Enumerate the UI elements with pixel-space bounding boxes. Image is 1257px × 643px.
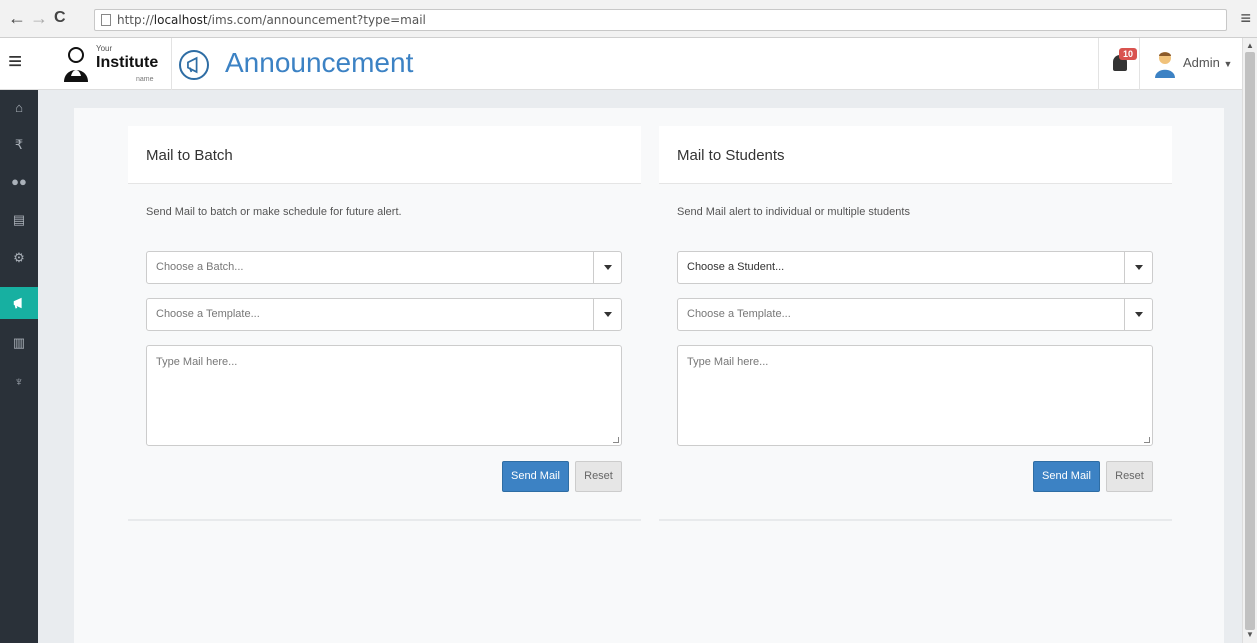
logo-text: Institute [96,54,159,71]
textarea-placeholder: Type Mail here... [687,356,769,368]
sidebar-item-documents[interactable]: ▤ [0,204,38,236]
page-icon [101,14,111,26]
url-prefix: http:// [117,13,154,27]
home-icon: ⌂ [15,100,23,115]
caret-down-icon [604,265,612,270]
logo-name-text: name [136,76,154,83]
url-host: localhost [153,13,208,27]
sidebar-item-reports[interactable]: ▥ [0,327,38,359]
caret-down-icon: ▼ [1223,59,1233,69]
panel-header: Mail to Batch [128,126,641,184]
app-header: ≡ Your Institute name Announcement 10 Ad… [0,38,1242,90]
dropdown-toggle[interactable] [1124,252,1152,283]
sidebar-item-students[interactable]: ●● [0,166,38,198]
send-mail-button[interactable]: Send Mail [502,461,569,492]
main-content: Mail to Batch Send Mail to batch or make… [74,108,1224,643]
select-placeholder: Choose a Template... [687,308,791,320]
page-scrollbar[interactable]: ▲ ▼ [1242,38,1257,643]
chart-icon: ▥ [12,335,26,350]
sidebar-item-home[interactable]: ⌂ [0,92,38,124]
browser-toolbar: ← → C http://localhost/ims.com/announcem… [0,0,1257,38]
sidebar-item-achievements[interactable]: ♆ [0,366,38,398]
scrollbar-thumb[interactable] [1245,52,1255,630]
mail-textarea[interactable]: Type Mail here... [677,345,1153,446]
panel-title: Mail to Students [677,147,785,164]
caret-down-icon [1135,312,1143,317]
forward-arrow-icon[interactable]: → [30,9,48,27]
panel-description: Send Mail alert to individual or multipl… [677,206,910,218]
user-name: Admin [1183,55,1220,70]
settings-icon: ⚙ [13,250,25,265]
caret-down-icon [604,312,612,317]
sidebar-item-announcement[interactable] [0,287,38,319]
sidebar: ⌂ ₹ ●● ▤ ⚙ ▥ ♆ [0,90,38,643]
url-path: /ims.com/announcement?type=mail [207,13,426,27]
hamburger-menu-icon[interactable]: ≡ [8,50,22,74]
dropdown-toggle[interactable] [593,252,621,283]
sidebar-item-settings[interactable]: ⚙ [0,242,38,274]
reset-button[interactable]: Reset [1106,461,1153,492]
user-menu-dropdown[interactable]: Admin ▼ [1183,55,1232,70]
users-icon: ●● [11,174,27,189]
template-select[interactable]: Choose a Template... [146,298,622,331]
resize-handle[interactable] [1144,437,1150,443]
page-title: Announcement [225,47,414,78]
reload-icon[interactable]: C [54,9,66,27]
batch-select[interactable]: Choose a Batch... [146,251,622,284]
select-placeholder: Choose a Batch... [156,261,244,273]
panel-header: Mail to Students [659,126,1172,184]
mail-to-batch-panel: Mail to Batch Send Mail to batch or make… [128,126,641,521]
logo-figure-icon [64,47,88,82]
caret-down-icon [1135,265,1143,270]
back-arrow-icon[interactable]: ← [8,9,26,27]
trophy-icon: ♆ [14,374,24,389]
scroll-down-icon[interactable]: ▼ [1246,630,1254,639]
browser-menu-icon[interactable]: ≡ [1240,8,1251,29]
notifications-button[interactable]: 10 [1098,38,1140,90]
institute-logo[interactable]: Your Institute name [40,38,172,90]
mail-textarea[interactable]: Type Mail here... [146,345,622,446]
file-icon: ▤ [12,212,26,227]
rupee-icon: ₹ [14,137,24,152]
send-mail-button[interactable]: Send Mail [1033,461,1100,492]
dropdown-toggle[interactable] [1124,299,1152,330]
select-value: Choose a Student... [687,261,785,273]
panel-title: Mail to Batch [146,147,233,164]
mail-to-students-panel: Mail to Students Send Mail alert to indi… [659,126,1172,521]
dropdown-toggle[interactable] [593,299,621,330]
resize-handle[interactable] [613,437,619,443]
textarea-placeholder: Type Mail here... [156,356,238,368]
address-bar[interactable]: http://localhost/ims.com/announcement?ty… [94,9,1227,31]
template-select[interactable]: Choose a Template... [677,298,1153,331]
student-select[interactable]: Choose a Student... [677,251,1153,284]
panel-description: Send Mail to batch or make schedule for … [146,206,402,218]
notification-badge: 10 [1119,48,1138,60]
select-placeholder: Choose a Template... [156,308,260,320]
sidebar-item-fees[interactable]: ₹ [0,129,38,161]
logo-small-text: Your [96,44,113,53]
bullhorn-icon [13,297,22,309]
reset-button[interactable]: Reset [575,461,622,492]
bullhorn-title-icon [179,50,209,80]
scroll-up-icon[interactable]: ▲ [1246,41,1254,50]
avatar[interactable] [1154,50,1176,78]
